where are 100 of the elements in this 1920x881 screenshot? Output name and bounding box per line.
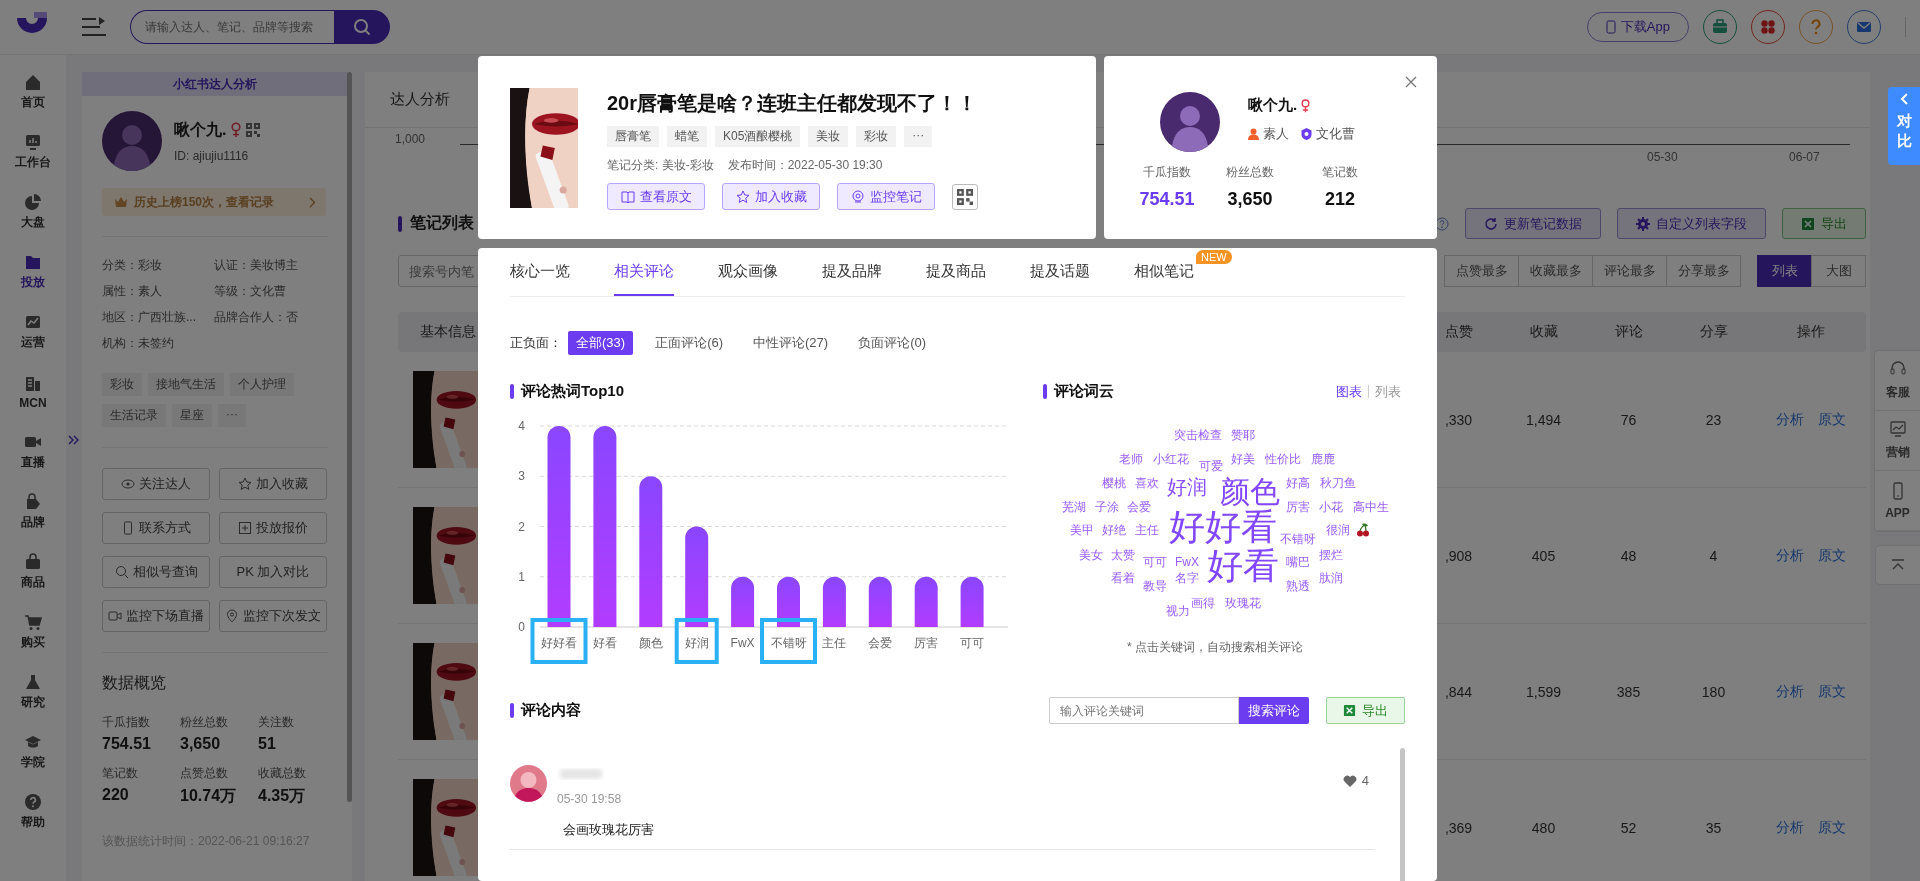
axis-label[interactable]: 主任 [822, 636, 847, 650]
cloud-word[interactable]: 美女 [1079, 549, 1103, 561]
search-button[interactable] [334, 10, 390, 44]
cloud-word[interactable]: 性价比 [1265, 453, 1301, 465]
axis-label[interactable]: 颜色 [638, 636, 663, 650]
nav-item[interactable]: 工作台 [3, 122, 63, 182]
cloud-word[interactable]: 美甲 [1070, 524, 1094, 536]
cherry-icon[interactable] [1356, 523, 1370, 537]
action-button[interactable]: 相似号查询 [102, 556, 210, 588]
note-action-button[interactable]: 监控笔记 [837, 183, 935, 210]
axis-label[interactable]: 好看 [592, 636, 617, 650]
cloud-word[interactable]: 小红花 [1153, 453, 1189, 465]
bar[interactable] [960, 576, 984, 627]
cloud-word[interactable]: 会爱 [1127, 501, 1151, 513]
table-link[interactable]: 原文 [1818, 546, 1846, 565]
menu-icon[interactable] [80, 16, 108, 38]
tab[interactable]: 提及话题 [1030, 248, 1090, 296]
cloud-word[interactable]: 樱桃 [1102, 477, 1126, 489]
side-tool-button[interactable]: 营销 [1875, 411, 1920, 471]
cloud-word[interactable]: 肽润 [1319, 572, 1343, 584]
filter-option[interactable]: 中性评论(27) [745, 331, 837, 355]
cloud-word[interactable]: 鹿鹿 [1311, 453, 1335, 465]
cloud-word[interactable]: 好美 [1231, 453, 1255, 465]
sort-button[interactable]: 分享最多 [1666, 255, 1741, 287]
axis-label[interactable]: FwX [730, 636, 755, 650]
bar[interactable] [822, 576, 846, 627]
nav-item[interactable]: 大盘 [3, 182, 63, 242]
bar[interactable] [547, 426, 571, 627]
cloud-word[interactable]: 视力 [1166, 605, 1190, 617]
bar[interactable] [639, 476, 663, 627]
toolbar-button[interactable]: 更新笔记数据 [1465, 208, 1601, 239]
cloud-word[interactable]: 嘴巴 [1286, 556, 1310, 568]
cloud-word[interactable]: 好绝 [1102, 524, 1126, 536]
nav-item[interactable]: 帮助 [3, 782, 63, 842]
side-tool-button[interactable]: APP [1875, 471, 1920, 531]
toolbar-button[interactable]: 自定义列表字段 [1617, 208, 1766, 239]
cloud-word[interactable]: 玫瑰花 [1225, 597, 1261, 609]
nav-item[interactable]: 直播 [3, 422, 63, 482]
cloud-word[interactable]: 主任 [1135, 524, 1159, 536]
action-button[interactable]: 投放报价 [219, 512, 327, 544]
cloud-word[interactable]: 好看 [1207, 548, 1279, 584]
tab[interactable]: 提及品牌 [822, 248, 882, 296]
bar[interactable] [868, 576, 892, 627]
cloud-word[interactable]: 可可 [1143, 556, 1167, 568]
qr-code-icon[interactable] [246, 123, 261, 137]
table-link[interactable]: 分析 [1776, 410, 1804, 429]
cloud-word[interactable]: 秋刀鱼 [1320, 477, 1356, 489]
action-button[interactable]: 监控下次发文 [219, 600, 327, 632]
axis-label[interactable]: 不错呀 [770, 636, 807, 650]
table-link[interactable]: 原文 [1818, 682, 1846, 701]
cloud-word[interactable]: 颜色 [1220, 477, 1280, 507]
cloud-word[interactable]: 教导 [1143, 580, 1167, 592]
cloud-word[interactable]: 小花 [1319, 501, 1343, 513]
side-tool-button[interactable]: 客服 [1875, 351, 1920, 411]
cloud-word[interactable]: 厉害 [1286, 501, 1310, 513]
action-button[interactable]: 关注达人 [102, 468, 210, 500]
action-button[interactable]: 联系方式 [102, 512, 210, 544]
nav-item[interactable]: 研究 [3, 662, 63, 722]
briefcase-button[interactable] [1703, 10, 1737, 44]
table-link[interactable]: 分析 [1776, 546, 1804, 565]
nav-item[interactable]: 首页 [3, 62, 63, 122]
expand-icon[interactable] [68, 435, 80, 445]
cloud-word[interactable]: 看着 [1111, 572, 1135, 584]
mail-button[interactable] [1847, 10, 1881, 44]
note-action-button[interactable]: 加入收藏 [722, 183, 820, 210]
cloud-word[interactable]: 熟透 [1286, 580, 1310, 592]
cloud-word[interactable]: 老师 [1119, 453, 1143, 465]
cloud-word[interactable]: 子涂 [1095, 501, 1119, 513]
action-button[interactable]: 加入收藏 [219, 468, 327, 500]
tab[interactable]: 相关评论 [614, 248, 674, 296]
nav-item[interactable]: 品牌 [3, 482, 63, 542]
apps-button[interactable] [1751, 10, 1785, 44]
export-button[interactable]: 导出 [1326, 697, 1405, 724]
nav-item[interactable]: 学院 [3, 722, 63, 782]
nav-item[interactable]: 运营 [3, 302, 63, 362]
action-button[interactable]: PK 加入对比 [219, 556, 327, 588]
nav-item[interactable]: 投放 [3, 242, 63, 302]
tab[interactable]: 观众画像 [718, 248, 778, 296]
tab[interactable]: 相似笔记 [1134, 248, 1194, 296]
search-comments-button[interactable]: 搜索评论 [1239, 697, 1309, 724]
cloud-word[interactable]: 好润 [1167, 477, 1207, 497]
axis-label[interactable]: 会爱 [868, 636, 893, 650]
bar[interactable] [731, 576, 755, 627]
axis-label[interactable]: 好润 [684, 636, 709, 650]
axis-label[interactable]: 好好看 [541, 636, 577, 650]
qr-code-button[interactable] [952, 183, 978, 210]
sort-button[interactable]: 点赞最多 [1444, 255, 1519, 287]
view-toggle[interactable]: 大图 [1811, 255, 1866, 287]
cloud-word[interactable]: 突击检查 [1174, 429, 1222, 441]
axis-label[interactable]: 可可 [960, 636, 985, 650]
export-button[interactable]: 导出 [1782, 208, 1866, 239]
tab[interactable]: 核心一览 [510, 248, 570, 296]
bar[interactable] [914, 576, 938, 627]
nav-item[interactable]: MCN [3, 362, 63, 422]
cloud-word[interactable]: 好好看 [1169, 509, 1277, 545]
nav-item[interactable]: 商品 [3, 542, 63, 602]
download-app-button[interactable]: 下载App [1586, 12, 1689, 42]
table-link[interactable]: 分析 [1776, 682, 1804, 701]
cloud-word[interactable]: 可爱 [1199, 460, 1223, 472]
bar[interactable] [685, 526, 709, 627]
